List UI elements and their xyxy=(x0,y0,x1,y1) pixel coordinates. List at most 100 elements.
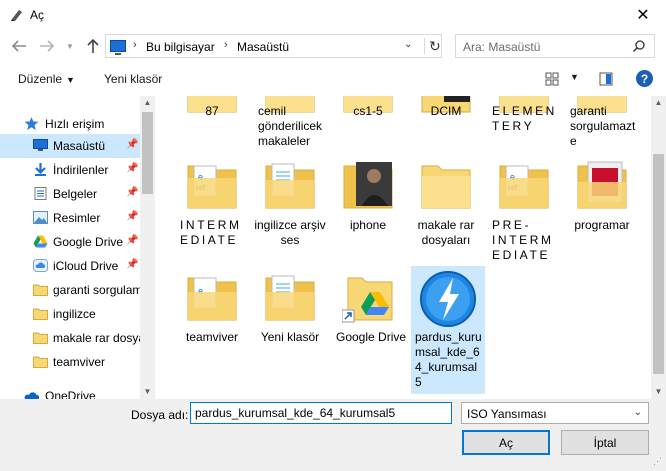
folder-icon xyxy=(33,356,48,368)
search-placeholder: Ara: Masaüstü xyxy=(463,40,541,54)
sidebar-item-folder[interactable]: ingilizce xyxy=(0,302,140,326)
folder-with-documents-icon xyxy=(265,275,315,321)
daemon-tools-icon xyxy=(420,271,476,327)
sidebar-item-folder[interactable]: makale rar dosya xyxy=(0,326,145,350)
search-input[interactable]: Ara: Masaüstü xyxy=(455,34,655,58)
filetype-select[interactable]: ISO Yansıması ⌄ xyxy=(461,402,649,424)
folder-icon xyxy=(33,284,48,296)
file-list-scroll-thumb[interactable] xyxy=(653,154,664,374)
resize-grip-icon[interactable]: ⋰ xyxy=(653,456,662,467)
sidebar-item-documents[interactable]: Belgeler 📌 xyxy=(0,182,140,206)
sidebar-item-label: Hızlı erişim xyxy=(45,117,105,131)
documents-icon xyxy=(34,187,47,200)
sidebar-item-pictures[interactable]: Resimler 📌 xyxy=(0,206,140,230)
dialog-footer: Dosya adı: ISO Yansıması ⌄ Aç İptal ⋰ xyxy=(0,399,666,471)
chevron-down-icon: ▼ xyxy=(66,75,75,85)
organize-label: Düzenle xyxy=(18,72,63,86)
arrow-left-icon xyxy=(11,40,26,52)
scroll-up-icon[interactable]: ▲ xyxy=(651,96,666,110)
pin-icon[interactable]: 📌 xyxy=(126,211,138,223)
file-label: programar xyxy=(574,218,630,232)
file-item[interactable]: Google Drive xyxy=(330,272,406,344)
open-button[interactable]: Aç xyxy=(462,430,550,455)
file-item[interactable]: epdf INTERMEDIATE xyxy=(174,160,250,247)
this-pc-icon xyxy=(110,40,126,55)
help-icon[interactable]: ? xyxy=(636,70,653,87)
sidebar-item-label: OneDrive xyxy=(45,389,96,399)
filetype-selected: ISO Yansıması xyxy=(467,407,547,421)
sidebar-scroll-thumb[interactable] xyxy=(142,112,153,194)
filename-input[interactable] xyxy=(190,402,452,424)
file-item-selected[interactable]: pardus_kurumsal_kde_64_kurumsal5 xyxy=(411,266,485,394)
sidebar-item-label: iCloud Drive xyxy=(53,259,119,273)
breadcrumb-separator-icon: › xyxy=(224,39,228,51)
file-item[interactable]: DCIM xyxy=(408,96,484,134)
pin-icon[interactable]: 📌 xyxy=(126,259,138,271)
sidebar-item-folder[interactable]: teamviver xyxy=(0,350,140,374)
file-item[interactable]: cs1-5 xyxy=(330,96,406,134)
file-item[interactable]: 87 xyxy=(174,96,250,134)
desktop-icon xyxy=(33,139,48,151)
up-button[interactable] xyxy=(84,38,102,54)
file-item[interactable]: ELEMENTERY xyxy=(486,96,562,138)
file-label: 87 xyxy=(205,104,219,118)
address-dropdown-icon[interactable]: ⌄ xyxy=(404,39,412,50)
folder-icon xyxy=(421,165,471,209)
file-item[interactable]: iphone xyxy=(330,160,406,232)
pin-icon[interactable]: 📌 xyxy=(126,163,138,175)
cancel-button[interactable]: İptal xyxy=(561,430,649,455)
title-bar: Aç ✕ xyxy=(0,0,666,30)
file-item[interactable]: Yeni klasör xyxy=(252,272,328,344)
sidebar-item-label: garanti sorgulam xyxy=(53,283,143,297)
organize-button[interactable]: Düzenle ▼ xyxy=(18,72,75,86)
close-button[interactable]: ✕ xyxy=(620,0,666,30)
file-label: teamviver xyxy=(185,330,238,344)
sidebar-item-folder[interactable]: garanti sorgulam xyxy=(0,278,143,302)
file-label: ingilizce arşiv ses xyxy=(254,218,326,247)
file-label: pardus_kurumsal_kde_64_kurumsal5 xyxy=(415,330,482,389)
star-icon xyxy=(24,117,39,130)
pin-icon[interactable]: 📌 xyxy=(126,187,138,199)
chevron-down-icon: ⌄ xyxy=(633,407,642,418)
file-item[interactable]: programar xyxy=(564,160,640,232)
search-icon[interactable] xyxy=(632,39,646,53)
file-item[interactable]: e teamviver xyxy=(174,272,250,344)
view-options-icon[interactable] xyxy=(545,72,559,86)
preview-pane-icon[interactable] xyxy=(599,72,613,86)
arrow-up-icon xyxy=(87,38,99,53)
onedrive-icon xyxy=(24,392,39,399)
sidebar-scrollbar[interactable]: ▲ ▼ xyxy=(140,96,155,399)
sidebar-item-onedrive[interactable]: OneDrive xyxy=(0,384,140,399)
forward-button[interactable] xyxy=(38,38,56,54)
file-list-scrollbar[interactable]: ▲ ▼ xyxy=(651,96,666,399)
scroll-up-icon[interactable]: ▲ xyxy=(140,96,155,110)
sidebar-item-label: makale rar dosya xyxy=(53,331,146,345)
refresh-icon[interactable]: ↻ xyxy=(424,38,441,54)
breadcrumb-this-pc[interactable]: Bu bilgisayar xyxy=(146,40,215,54)
open-file-icon xyxy=(11,10,22,21)
sidebar-item-desktop[interactable]: Masaüstü 📌 xyxy=(0,134,140,158)
folder-with-pdf-icon: epdf xyxy=(499,165,549,209)
sidebar-item-google-drive[interactable]: Google Drive 📌 xyxy=(0,230,140,254)
scroll-down-icon[interactable]: ▼ xyxy=(140,385,155,399)
pin-icon[interactable]: 📌 xyxy=(126,235,138,247)
file-item[interactable]: ingilizce arşiv ses xyxy=(252,160,328,247)
breadcrumb-desktop[interactable]: Masaüstü xyxy=(237,40,289,54)
sidebar-item-quick-access[interactable]: Hızlı erişim xyxy=(0,112,140,136)
sidebar-item-downloads[interactable]: İndirilenler 📌 xyxy=(0,158,140,182)
view-dropdown-icon[interactable]: ▼ xyxy=(570,72,579,82)
file-item[interactable]: garanti sorgulamazte xyxy=(564,96,640,154)
new-folder-button[interactable]: Yeni klasör xyxy=(104,72,162,86)
pin-icon[interactable]: 📌 xyxy=(126,139,138,151)
google-drive-icon xyxy=(33,235,48,248)
google-drive-shortcut-icon xyxy=(342,277,393,323)
folder-with-documents-icon xyxy=(265,163,315,209)
back-button[interactable] xyxy=(10,38,28,54)
sidebar-item-icloud-drive[interactable]: iCloud Drive 📌 xyxy=(0,254,140,278)
file-item[interactable]: makale rar dosyaları xyxy=(408,160,484,247)
file-item[interactable]: epdf PRE-INTERMEDIATE xyxy=(486,160,562,268)
recent-locations-button[interactable]: ▼ xyxy=(64,38,76,54)
file-item[interactable]: cemil gönderilicek makaleler xyxy=(252,96,328,154)
scroll-down-icon[interactable]: ▼ xyxy=(651,385,666,399)
address-bar[interactable]: › Bu bilgisayar › Masaüstü ⌄ ↻ xyxy=(105,34,442,58)
